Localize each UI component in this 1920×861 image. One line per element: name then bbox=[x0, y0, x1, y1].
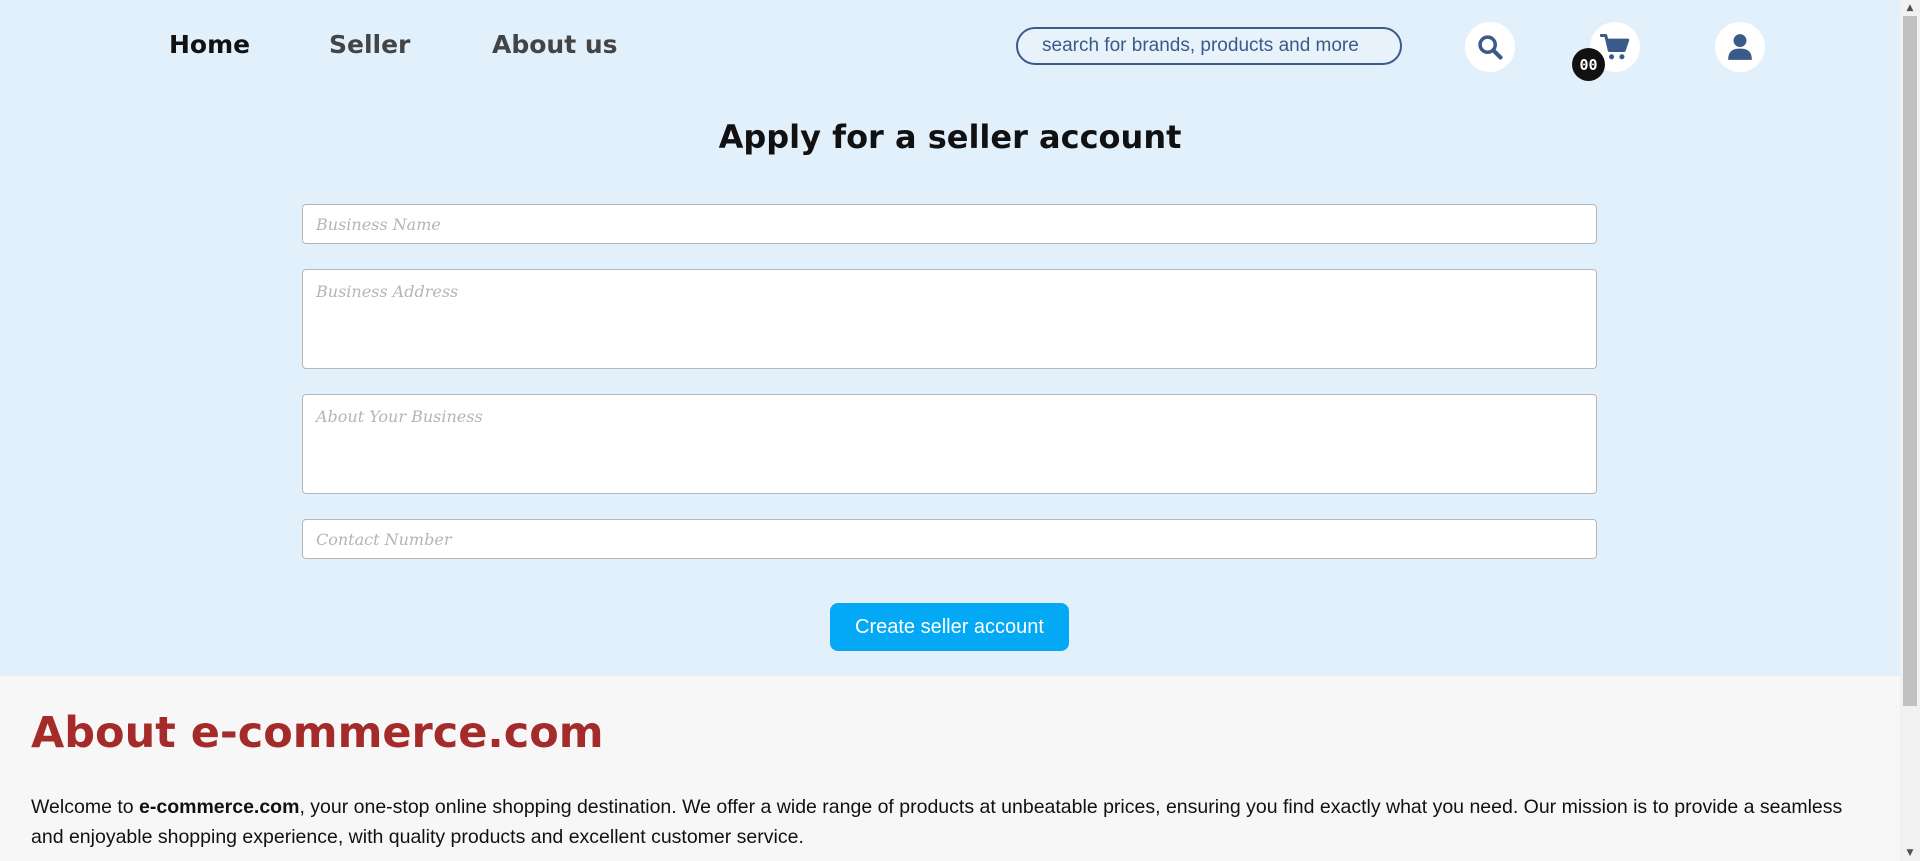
page-scrollbar[interactable]: ▲ ▼ bbox=[1900, 0, 1920, 861]
business-name-field[interactable] bbox=[302, 204, 1597, 244]
seller-application-section: Home Seller About us 00 Apply for a sell… bbox=[0, 0, 1900, 676]
search-button[interactable] bbox=[1465, 22, 1515, 72]
about-body-text: , your one-stop online shopping destinat… bbox=[31, 796, 1843, 848]
about-brand-name: e-commerce.com bbox=[139, 796, 300, 818]
nav-home-link[interactable]: Home bbox=[169, 30, 250, 59]
scroll-down-arrow[interactable]: ▼ bbox=[1900, 845, 1920, 861]
about-description: Welcome to e-commerce.com, your one-stop… bbox=[31, 792, 1871, 852]
account-button[interactable] bbox=[1715, 22, 1765, 72]
search-input[interactable] bbox=[1016, 27, 1402, 65]
about-business-field[interactable] bbox=[302, 394, 1597, 494]
create-seller-account-button[interactable]: Create seller account bbox=[830, 603, 1069, 651]
business-address-field[interactable] bbox=[302, 269, 1597, 369]
about-intro-text: Welcome to bbox=[31, 796, 140, 818]
nav-about-link[interactable]: About us bbox=[492, 30, 618, 59]
page-title: Apply for a seller account bbox=[718, 118, 1182, 156]
about-title: About e-commerce.com bbox=[31, 708, 604, 758]
cart-icon bbox=[1600, 33, 1630, 60]
cart-count-badge: 00 bbox=[1572, 48, 1605, 81]
scrollbar-thumb[interactable] bbox=[1903, 16, 1917, 706]
nav-seller-link[interactable]: Seller bbox=[329, 30, 410, 59]
search-icon bbox=[1478, 35, 1503, 60]
contact-number-field[interactable] bbox=[302, 519, 1597, 559]
scroll-up-arrow[interactable]: ▲ bbox=[1900, 0, 1920, 16]
user-icon bbox=[1728, 34, 1752, 60]
